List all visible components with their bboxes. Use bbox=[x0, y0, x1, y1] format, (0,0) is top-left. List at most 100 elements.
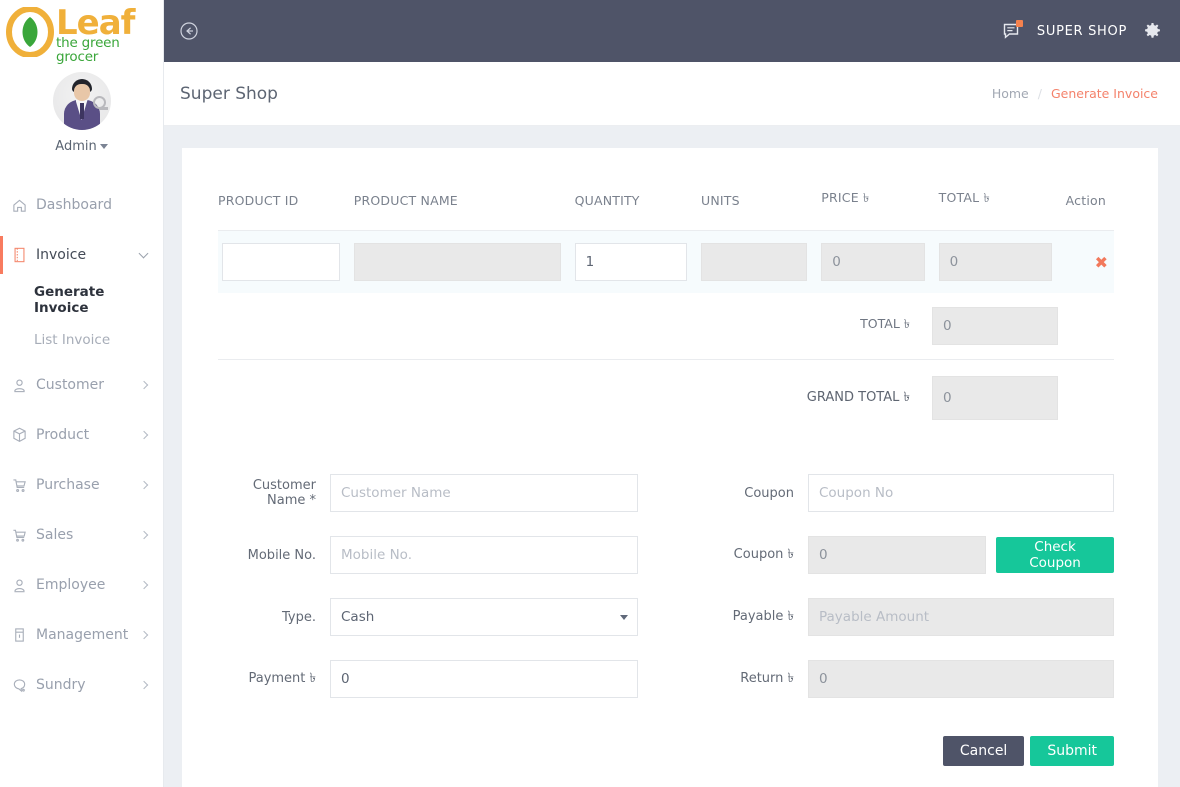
sidebar-item-label: Sales bbox=[36, 527, 74, 543]
sidebar-item-label: Invoice bbox=[36, 247, 87, 263]
sidebar-item-list-invoice[interactable]: List Invoice bbox=[0, 320, 163, 360]
sidebar-subitem-label: List Invoice bbox=[34, 332, 111, 348]
breadcrumb: Home / Generate Invoice bbox=[992, 86, 1158, 101]
mobile-no-label: Mobile No. bbox=[247, 547, 316, 563]
product-name-input bbox=[353, 243, 561, 281]
submit-button[interactable]: Submit bbox=[1030, 736, 1114, 766]
profile-menu-toggle[interactable]: Admin bbox=[0, 139, 163, 154]
coupon-no-input[interactable] bbox=[808, 474, 1114, 512]
payment-label: Payment ৳ bbox=[248, 670, 316, 686]
sidebar-item-sundry[interactable]: Sundry bbox=[0, 660, 163, 710]
circle-arrow-left-icon[interactable] bbox=[178, 20, 200, 42]
check-coupon-button[interactable]: Check Coupon bbox=[996, 537, 1114, 573]
total-label: TOTAL ৳ bbox=[860, 316, 910, 331]
invoice-card: PRODUCT ID PRODUCT NAME QUANTITY UNITS P… bbox=[182, 148, 1158, 787]
message-icon[interactable] bbox=[1001, 20, 1023, 41]
brand-logo[interactable]: Leaf the green grocer bbox=[0, 0, 163, 64]
column-header-units: UNITS bbox=[701, 190, 822, 231]
return-input bbox=[808, 660, 1114, 698]
topbar: SUPER SHOP bbox=[164, 0, 1180, 62]
content-area: PRODUCT ID PRODUCT NAME QUANTITY UNITS P… bbox=[164, 126, 1180, 787]
sidebar-item-sales[interactable]: Sales bbox=[0, 510, 163, 560]
form-column-right: Coupon Coupon ৳ Check Coupon bbox=[666, 474, 1114, 722]
column-header-price: PRICE ৳ bbox=[821, 190, 939, 231]
customer-name-label: Customer Name * bbox=[252, 478, 316, 508]
payable-label: Payable ৳ bbox=[732, 608, 794, 624]
cell-quantity bbox=[574, 230, 701, 293]
sidebar-item-employee[interactable]: Employee bbox=[0, 560, 163, 610]
breadcrumb-current: Generate Invoice bbox=[1050, 86, 1158, 101]
chevron-right-icon bbox=[139, 580, 149, 590]
profile-block: Admin bbox=[0, 62, 163, 154]
product-box-icon bbox=[12, 427, 36, 443]
shop-name-label[interactable]: SUPER SHOP bbox=[1037, 24, 1127, 39]
column-header-action: Action bbox=[1065, 190, 1114, 231]
sundry-icon bbox=[12, 678, 36, 693]
invoice-table-body: ✖ bbox=[218, 230, 1114, 293]
page-header: Super Shop Home / Generate Invoice bbox=[164, 62, 1180, 126]
column-header-product-name: PRODUCT NAME bbox=[353, 190, 575, 231]
cell-total bbox=[938, 230, 1066, 293]
sidebar-item-generate-invoice[interactable]: Generate Invoice bbox=[0, 280, 163, 320]
field-coupon-amount: Coupon ৳ Check Coupon bbox=[680, 536, 1114, 574]
chevron-right-icon bbox=[139, 430, 149, 440]
quantity-input[interactable] bbox=[574, 243, 687, 281]
column-header-product-id: PRODUCT ID bbox=[218, 190, 354, 231]
gear-icon[interactable] bbox=[1143, 22, 1162, 41]
invoice-items-table: PRODUCT ID PRODUCT NAME QUANTITY UNITS P… bbox=[218, 190, 1114, 293]
grand-total-field-wrap bbox=[932, 376, 1058, 420]
app-root: Leaf the green grocer Admin Dashboard In… bbox=[0, 0, 1180, 787]
chevron-down-icon bbox=[99, 144, 108, 149]
sidebar-item-customer[interactable]: Customer bbox=[0, 360, 163, 410]
table-row: ✖ bbox=[218, 230, 1114, 293]
total-field-wrap bbox=[932, 307, 1058, 345]
sidebar-item-product[interactable]: Product bbox=[0, 410, 163, 460]
brand-text: Leaf the green grocer bbox=[56, 4, 155, 64]
form-actions: Cancel Submit bbox=[218, 736, 1114, 766]
sidebar-nav: Dashboard Invoice Generate Invoice List … bbox=[0, 180, 163, 710]
sales-cart-icon bbox=[12, 528, 36, 543]
sidebar-item-purchase[interactable]: Purchase bbox=[0, 460, 163, 510]
row-total-input bbox=[938, 243, 1052, 281]
chevron-right-icon bbox=[139, 630, 149, 640]
return-label: Return ৳ bbox=[740, 670, 794, 686]
invoice-table-head: PRODUCT ID PRODUCT NAME QUANTITY UNITS P… bbox=[218, 190, 1114, 231]
type-label: Type. bbox=[282, 609, 316, 625]
mobile-no-input[interactable] bbox=[330, 536, 638, 574]
sidebar-item-label: Employee bbox=[36, 577, 106, 593]
customer-name-input[interactable] bbox=[330, 474, 638, 512]
column-header-quantity: QUANTITY bbox=[574, 190, 701, 231]
type-select[interactable]: Cash bbox=[330, 598, 638, 636]
sidebar-item-label: Dashboard bbox=[36, 197, 112, 213]
coupon-amount-input bbox=[808, 536, 987, 574]
invoice-icon bbox=[12, 247, 36, 263]
field-payment: Payment ৳ bbox=[218, 660, 666, 698]
sidebar-item-invoice[interactable]: Invoice bbox=[0, 230, 163, 280]
employee-icon bbox=[12, 578, 36, 593]
grand-total-row: GRAND TOTAL ৳ bbox=[218, 360, 1114, 434]
page-title: Super Shop bbox=[180, 83, 278, 104]
home-icon bbox=[12, 198, 36, 213]
breadcrumb-home[interactable]: Home bbox=[992, 86, 1029, 101]
cell-price bbox=[821, 230, 939, 293]
sidebar-item-management[interactable]: Management bbox=[0, 610, 163, 660]
payment-input[interactable] bbox=[330, 660, 638, 698]
sidebar-item-dashboard[interactable]: Dashboard bbox=[0, 180, 163, 230]
chevron-down-icon bbox=[138, 248, 149, 258]
customer-icon bbox=[12, 378, 36, 393]
field-customer-name: Customer Name * bbox=[218, 474, 666, 512]
field-mobile-no: Mobile No. bbox=[218, 536, 666, 574]
avatar[interactable] bbox=[52, 72, 111, 130]
sidebar-item-label: Purchase bbox=[36, 477, 100, 493]
cancel-button[interactable]: Cancel bbox=[942, 736, 1025, 766]
coupon-label: Coupon bbox=[744, 485, 794, 501]
total-row: TOTAL ৳ bbox=[218, 293, 1114, 360]
product-id-input[interactable] bbox=[222, 243, 340, 281]
sidebar-item-label: Customer bbox=[36, 377, 105, 393]
sidebar-subitem-label: Generate Invoice bbox=[34, 284, 105, 316]
total-input bbox=[932, 307, 1058, 345]
cell-product-id bbox=[218, 230, 354, 293]
field-return: Return ৳ bbox=[680, 660, 1114, 698]
topbar-right-group: SUPER SHOP bbox=[1001, 20, 1162, 41]
delete-row-icon[interactable]: ✖ bbox=[1066, 253, 1114, 272]
